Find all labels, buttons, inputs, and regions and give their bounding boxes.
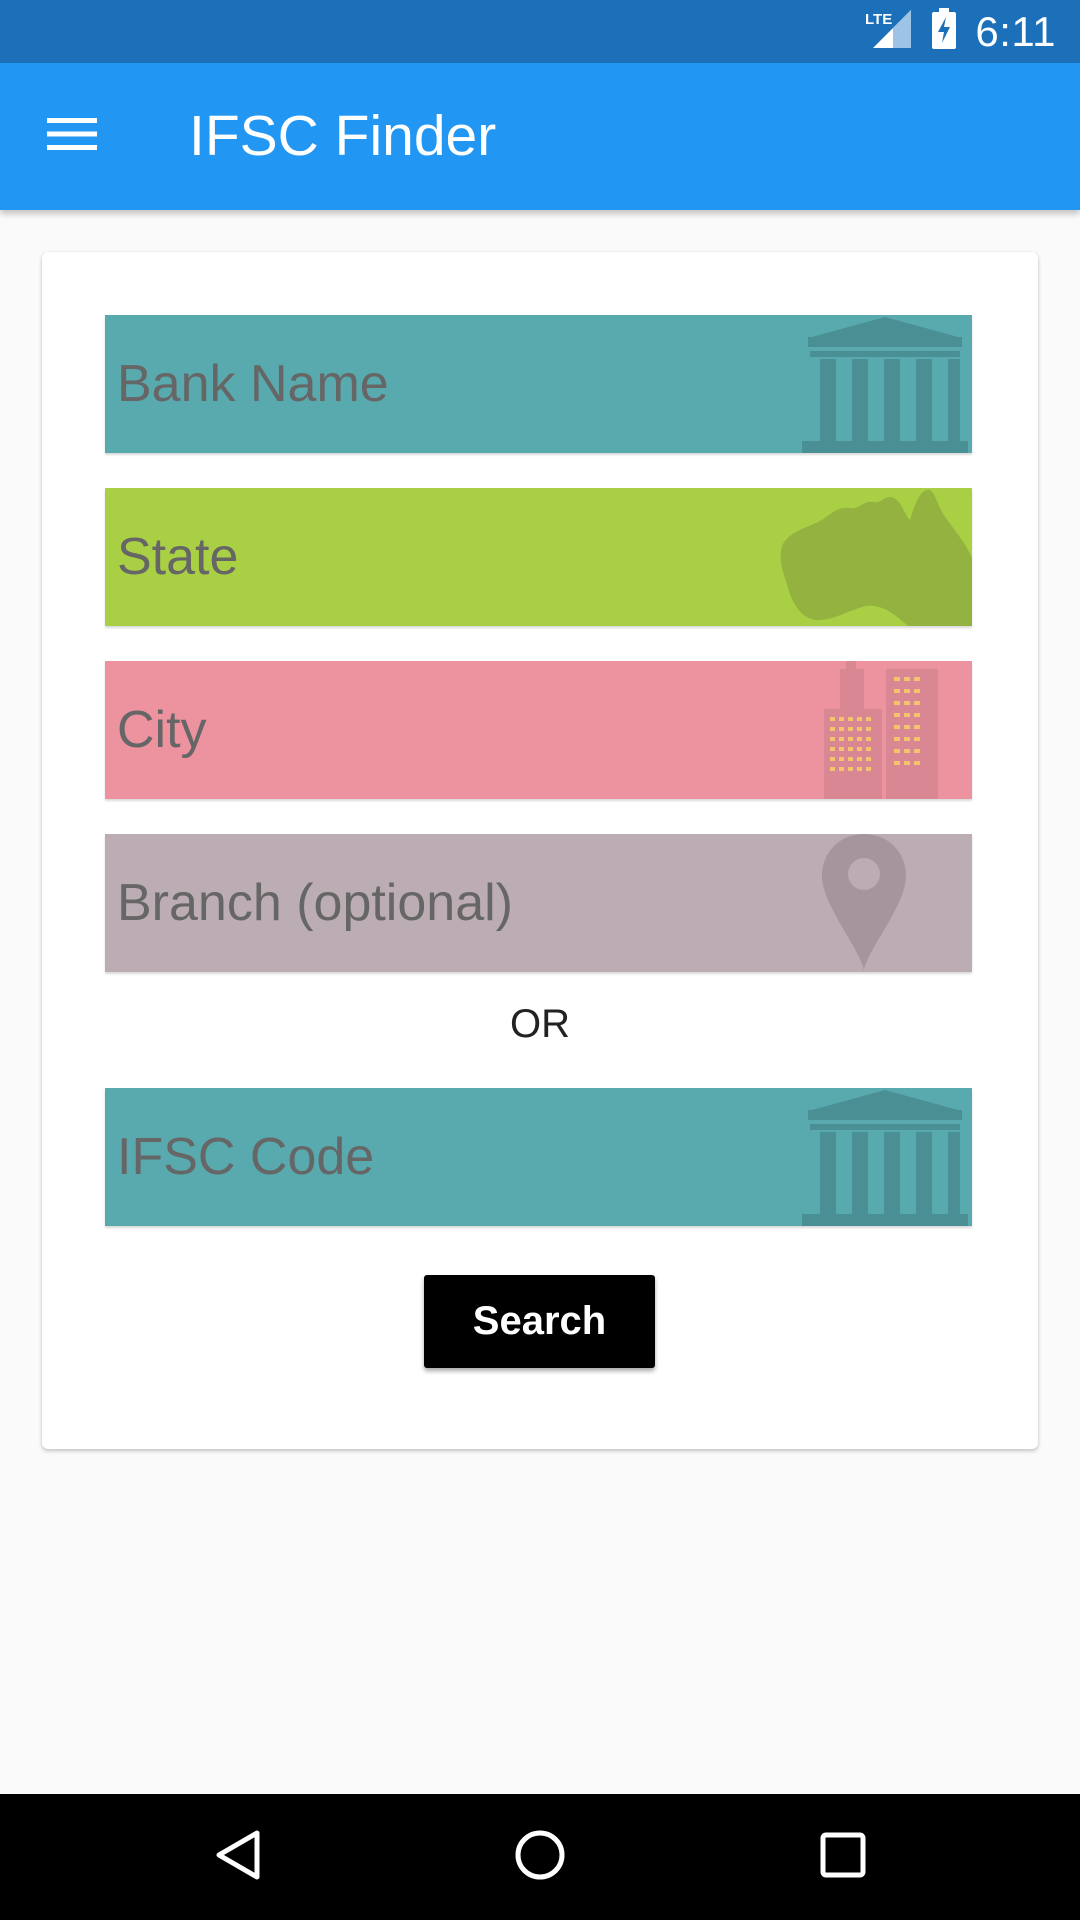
bank-name-field[interactable]: Bank Name bbox=[105, 315, 972, 453]
status-time: 6:11 bbox=[975, 7, 1056, 55]
or-separator: OR bbox=[510, 1002, 570, 1046]
recents-button[interactable] bbox=[798, 1812, 888, 1902]
hamburger-menu-icon bbox=[47, 116, 97, 157]
ifsc-code-field[interactable]: IFSC Code bbox=[105, 1088, 972, 1226]
bank-building-icon bbox=[798, 315, 972, 453]
status-icons: LTE 6:11 bbox=[865, 0, 1056, 63]
app-title: IFSC Finder bbox=[189, 104, 497, 168]
screen: LTE 6:11 IFSC Finder Bank Name State Cit… bbox=[0, 0, 1080, 1920]
back-button[interactable] bbox=[192, 1812, 282, 1902]
city-field[interactable]: City bbox=[105, 661, 972, 799]
city-buildings-icon bbox=[822, 661, 972, 799]
home-button[interactable] bbox=[495, 1812, 585, 1902]
battery-charging-icon bbox=[931, 8, 957, 55]
state-field[interactable]: State bbox=[105, 488, 972, 626]
bank-building-icon bbox=[798, 1088, 972, 1226]
menu-button[interactable] bbox=[24, 93, 120, 180]
map-silhouette-icon bbox=[778, 488, 972, 626]
home-circle-icon bbox=[512, 1827, 568, 1888]
bank-name-placeholder: Bank Name bbox=[117, 355, 389, 413]
recents-square-icon bbox=[815, 1827, 871, 1888]
back-triangle-icon bbox=[209, 1827, 265, 1888]
app-bar: IFSC Finder bbox=[0, 63, 1080, 210]
state-placeholder: State bbox=[117, 528, 239, 586]
branch-field[interactable]: Branch (optional) bbox=[105, 834, 972, 972]
lte-signal-icon: LTE bbox=[865, 8, 913, 55]
search-button[interactable]: Search bbox=[424, 1275, 655, 1368]
branch-placeholder: Branch (optional) bbox=[117, 874, 513, 932]
ifsc-code-placeholder: IFSC Code bbox=[117, 1128, 375, 1186]
navigation-bar bbox=[0, 1794, 1080, 1920]
location-pin-icon bbox=[812, 834, 972, 972]
search-form-card: Bank Name State City Branch (optional) O… bbox=[42, 252, 1038, 1449]
status-bar: LTE 6:11 bbox=[0, 0, 1080, 63]
city-placeholder: City bbox=[117, 701, 207, 759]
svg-text:LTE: LTE bbox=[865, 11, 892, 28]
